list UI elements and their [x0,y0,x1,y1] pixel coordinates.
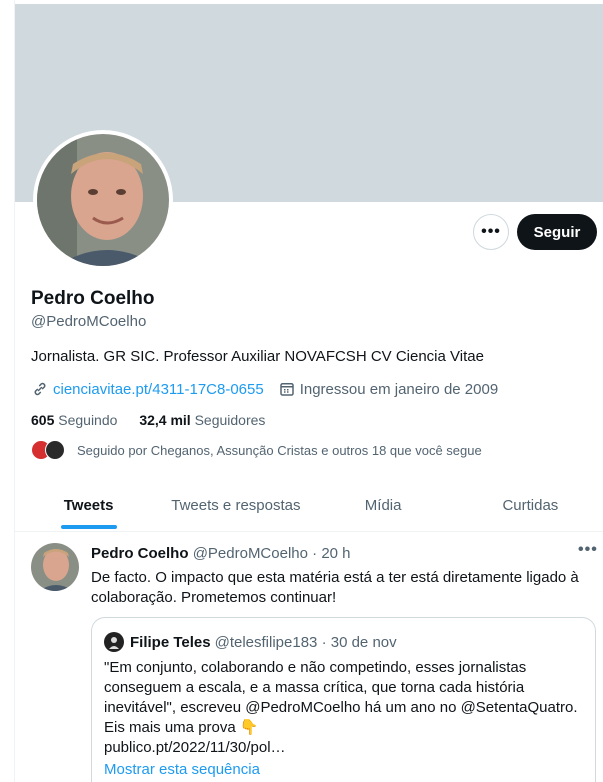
quote-author: Filipe Teles [130,633,211,651]
profile-avatar[interactable] [33,130,173,270]
tweet-handle[interactable]: @PedroMCoelho [193,545,308,562]
profile-bio: Jornalista. GR SIC. Professor Auxiliar N… [31,348,484,365]
tab-media[interactable]: Mídia [310,480,457,531]
followers-label: Seguidores [194,412,266,428]
more-options-button[interactable]: ••• [473,214,509,250]
tweet-header: Pedro Coelho @PedroMCoelho · 20 h [91,545,351,562]
followed-by[interactable]: Seguido por Cheganos, Assunção Cristas e… [31,440,482,460]
tweet-more-icon[interactable]: ••• [578,541,598,559]
tweet-author[interactable]: Pedro Coelho [91,545,189,562]
link-icon [34,382,46,396]
profile-handle: @PedroMCoelho [31,313,147,330]
follower-avatar [45,440,65,460]
profile-counts: 605 Seguindo 32,4 mil Seguidores [31,412,265,428]
tweet-text: De facto. O impacto que esta matéria est… [91,569,579,606]
show-thread-link[interactable]: Mostrar esta sequência [104,761,260,778]
followed-by-text: Seguido por Cheganos, Assunção Cristas e… [77,442,482,458]
tweet[interactable]: Pedro Coelho @PedroMCoelho · 20 h ••• De… [15,533,603,782]
profile-meta: cienciavitae.pt/4311-17C8-0655 Ingressou… [31,380,498,398]
profile-tabs: Tweets Tweets e respostas Mídia Curtidas [15,480,603,532]
quote-text: "Em conjunto, colaborando e não competin… [104,659,578,756]
quote-avatar [104,632,124,652]
tweet-separator: · [312,545,318,562]
following-link[interactable]: 605 Seguindo [31,412,117,428]
avatar-photo [37,134,169,266]
ellipsis-icon: ••• [481,223,501,240]
following-label: Seguindo [58,412,118,428]
tab-tweets[interactable]: Tweets [15,480,162,531]
quote-header: Filipe Teles @telesfilipe183 · 30 de nov [104,632,397,652]
profile-name: Pedro Coelho [31,288,155,309]
profile-website-link[interactable]: cienciavitae.pt/4311-17C8-0655 [53,381,264,398]
follower-avatars [31,440,67,460]
quoted-tweet[interactable]: Filipe Teles @telesfilipe183 · 30 de nov… [91,617,596,782]
tweet-avatar[interactable] [31,543,79,591]
profile-joined: Ingressou em janeiro de 2009 [299,380,499,398]
followers-link[interactable]: 32,4 mil Seguidores [139,412,265,428]
follow-button[interactable]: Seguir [517,214,597,250]
calendar-icon [279,383,294,396]
following-count: 605 [31,412,55,428]
tweet-time[interactable]: 20 h [321,545,350,562]
tab-likes[interactable]: Curtidas [457,480,603,531]
quote-date: 30 de nov [330,633,397,651]
quote-handle: @telesfilipe183 [214,633,318,651]
followers-count: 32,4 mil [139,412,191,428]
tab-tweets-replies[interactable]: Tweets e respostas [162,480,309,531]
profile-page: ••• Seguir Pedro Coelho @PedroMCoelho Jo… [14,0,603,782]
quote-separator: · [321,633,327,651]
